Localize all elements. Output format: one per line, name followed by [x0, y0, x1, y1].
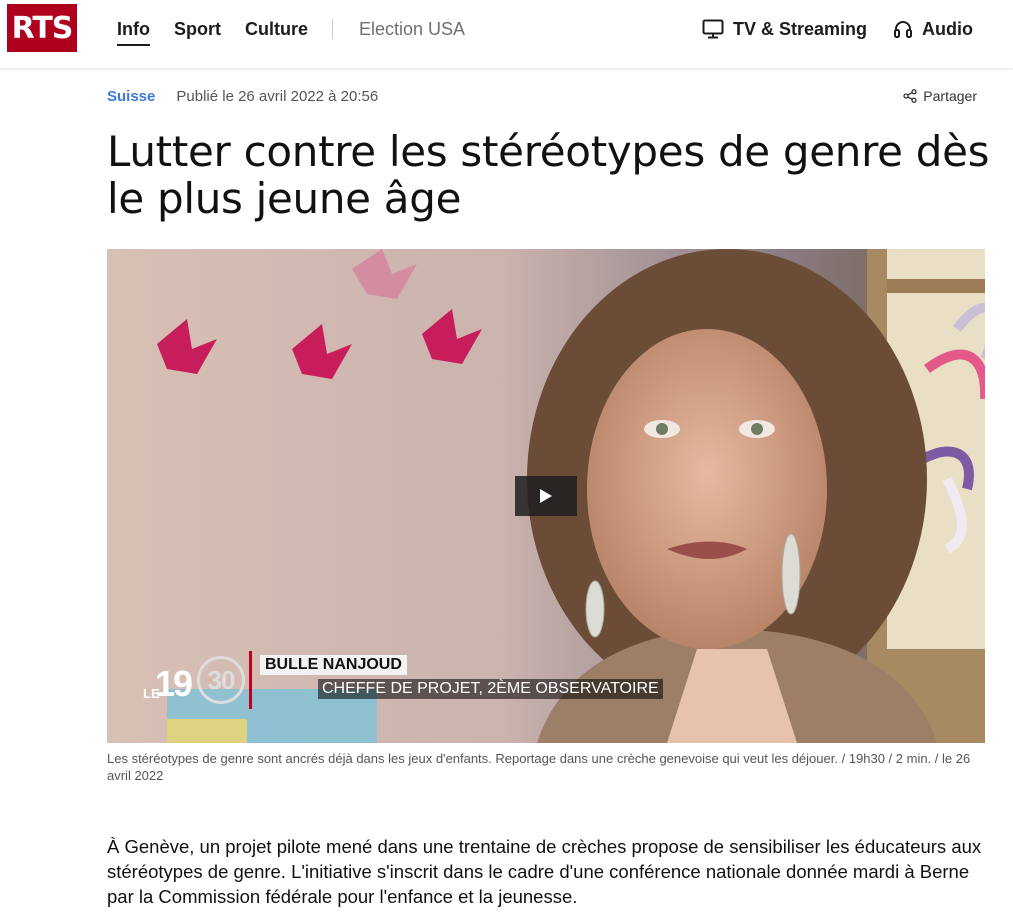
nav-item-election-usa[interactable]: Election USA: [359, 19, 465, 40]
speaker-name: BULLE NANJOUD: [260, 655, 407, 675]
brand-30: 30: [197, 656, 245, 704]
tv-streaming-label: TV & Streaming: [732, 18, 867, 39]
article-meta: Suisse Publié le 26 avril 2022 à 20:56 P…: [107, 86, 977, 106]
audio-label: Audio: [922, 18, 973, 39]
share-icon: [903, 89, 917, 103]
site-header: RTS Info Sport Culture Election USA TV &…: [0, 0, 1013, 68]
speaker-role: CHEFFE DE PROJET, 2ÈME OBSERVATOIRE: [318, 679, 663, 699]
monitor-icon: [702, 19, 724, 39]
article-lead: À Genève, un projet pilote mené dans une…: [107, 836, 982, 907]
nav-divider: [332, 19, 333, 39]
article-title: Lutter contre les stéréotypes de genre d…: [107, 127, 990, 223]
rts-logo[interactable]: RTS: [7, 4, 77, 52]
nav-item-info[interactable]: Info: [117, 19, 150, 46]
play-icon: [540, 489, 552, 503]
secondary-nav: TV & Streaming Audio: [676, 14, 973, 44]
19h30-logo: LE 19 30: [143, 651, 247, 711]
share-label: Partager: [923, 88, 977, 104]
main-nav: Info Sport Culture Election USA: [117, 14, 489, 46]
category-link[interactable]: Suisse: [107, 88, 155, 105]
video-caption: Les stéréotypes de genre sont ancrés déj…: [107, 751, 971, 783]
share-button[interactable]: Partager: [903, 88, 977, 104]
tv-streaming-link[interactable]: TV & Streaming: [702, 19, 867, 40]
lower-third-bar: [249, 651, 252, 709]
publish-date: Publié le 26 avril 2022 à 20:56: [176, 87, 379, 105]
nav-item-culture[interactable]: Culture: [245, 19, 308, 40]
brand-19: 19: [155, 663, 193, 704]
nav-item-sport[interactable]: Sport: [174, 19, 221, 40]
play-button[interactable]: [515, 476, 577, 516]
video-player[interactable]: LE 19 30 BULLE NANJOUD CHEFFE DE PROJET,…: [107, 249, 985, 743]
audio-link[interactable]: Audio: [893, 19, 973, 40]
headphones-icon: [894, 21, 912, 38]
